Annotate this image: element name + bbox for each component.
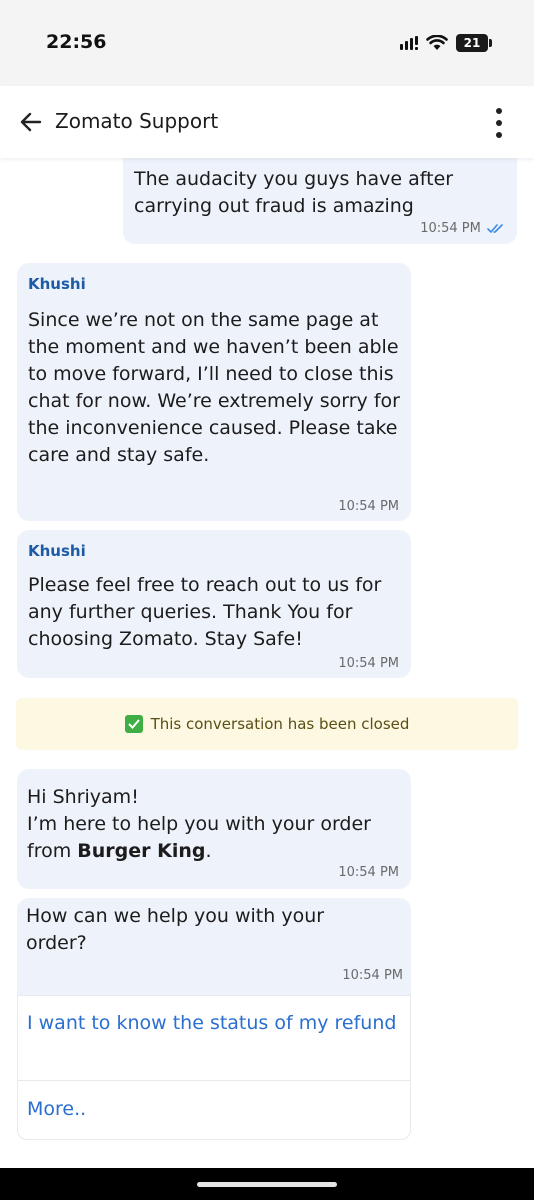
- status-time: 22:56: [46, 31, 107, 53]
- closed-banner-text: This conversation has been closed: [150, 715, 410, 733]
- battery-icon: 21: [456, 34, 492, 52]
- incoming-message: How can we help you with your order? 10:…: [17, 898, 411, 996]
- option-refund-status[interactable]: I want to know the status of my refund: [17, 995, 411, 1081]
- sender-name: Khushi: [28, 542, 86, 560]
- incoming-message: Hi Shriyam! I’m here to help you with yo…: [17, 769, 411, 889]
- message-text: Please feel free to reach out to us for …: [28, 574, 382, 650]
- option-label: More..: [27, 1098, 87, 1120]
- option-more[interactable]: More..: [17, 1080, 411, 1140]
- message-time: 10:54 PM: [420, 221, 505, 236]
- restaurant-name: Burger King: [77, 840, 206, 862]
- home-indicator[interactable]: [197, 1182, 337, 1187]
- battery-level: 21: [463, 36, 481, 50]
- message-time-text: 10:54 PM: [420, 221, 481, 236]
- status-icons: 21: [400, 34, 492, 52]
- page-title: Zomato Support: [55, 109, 219, 133]
- incoming-message: Khushi Since we’re not on the same page …: [17, 263, 411, 521]
- double-check-icon: [487, 224, 503, 233]
- navigation-bar: [0, 1168, 534, 1200]
- message-text: The audacity you guys have after carryin…: [134, 168, 454, 217]
- conversation-closed-banner: This conversation has been closed: [16, 698, 518, 750]
- message-text: How can we help you with your order?: [26, 905, 325, 954]
- message-time: 10:54 PM: [338, 865, 399, 880]
- sender-name: Khushi: [28, 275, 86, 293]
- signal-icon: [400, 36, 418, 50]
- message-time: 10:54 PM: [338, 656, 399, 671]
- green-check-icon: [124, 715, 143, 733]
- message-time: 10:54 PM: [338, 499, 399, 514]
- option-label: I want to know the status of my refund: [27, 1012, 397, 1034]
- message-text: Since we’re not on the same page at the …: [28, 309, 400, 466]
- message-text: Hi Shriyam! I’m here to help you with yo…: [27, 784, 403, 865]
- app-header: Zomato Support: [0, 86, 534, 158]
- outgoing-message: The audacity you guys have after carryin…: [123, 150, 517, 244]
- back-arrow-icon[interactable]: [18, 108, 44, 136]
- status-bar: 22:56 21: [0, 0, 534, 86]
- incoming-message: Khushi Please feel free to reach out to …: [17, 530, 411, 678]
- more-options-icon[interactable]: [494, 108, 504, 138]
- greeting-suffix: .: [205, 840, 212, 862]
- wifi-icon: [426, 35, 448, 50]
- greeting-line: Hi Shriyam!: [27, 786, 139, 808]
- message-time: 10:54 PM: [342, 968, 403, 983]
